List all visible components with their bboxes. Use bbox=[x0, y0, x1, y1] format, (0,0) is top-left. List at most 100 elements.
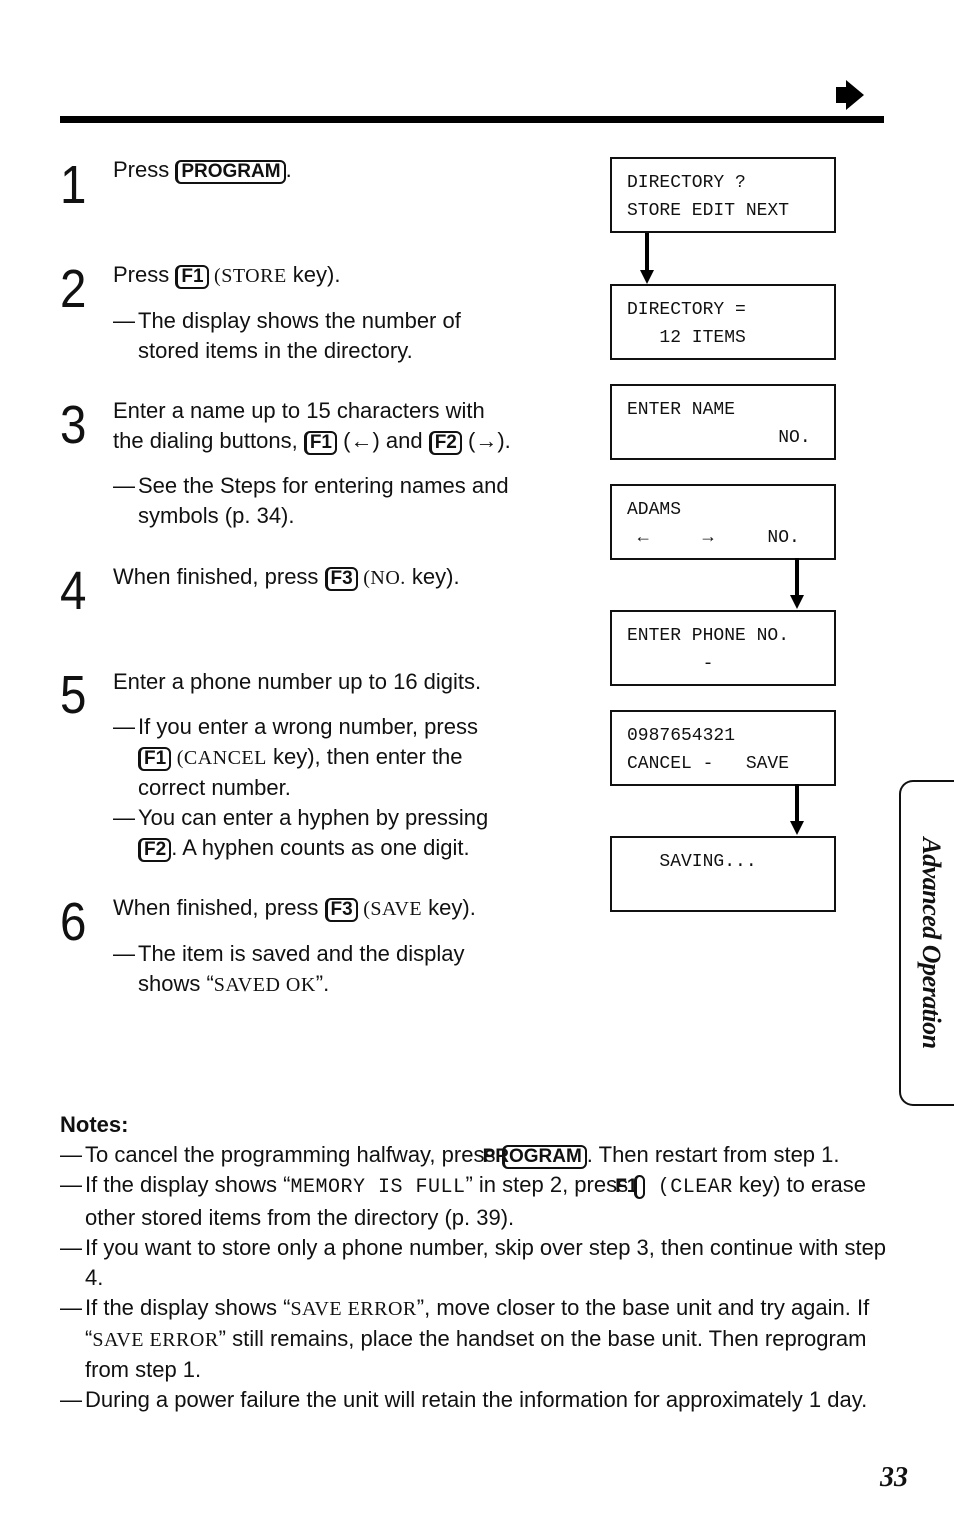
step-3-line-2: the dialing buttons, F1 (←) and F2 (→). bbox=[113, 426, 511, 456]
step-1-text: Press PROGRAM. bbox=[113, 155, 292, 185]
f3-key: F3 bbox=[324, 898, 358, 922]
lcd-display-enter-name: ENTER NAME NO. bbox=[610, 384, 836, 460]
step-3-note-line-1: See the Steps for entering names and bbox=[138, 473, 509, 498]
f2-key: F2 bbox=[138, 838, 172, 862]
step-6-note-line-1: The item is saved and the display bbox=[138, 941, 465, 966]
lcd-line-2: - bbox=[627, 654, 714, 674]
program-key: PROGRAM bbox=[175, 160, 286, 184]
lcd-display-directory-menu: DIRECTORY ? STORE EDIT NEXT bbox=[610, 157, 836, 233]
step-5-note: — If you enter a wrong number, press F1 (… bbox=[113, 712, 488, 863]
step-5-note-1-after: key), then enter the bbox=[266, 744, 463, 769]
flow-arrow-shaft bbox=[795, 558, 799, 596]
step-2-note: — The display shows the number of stored … bbox=[113, 306, 461, 366]
lcd-line-1: 0987654321 bbox=[627, 726, 736, 746]
step-6-label: When finished, press bbox=[113, 895, 325, 920]
step-3-line-1: Enter a name up to 15 characters with bbox=[113, 398, 485, 423]
dash: — bbox=[113, 805, 135, 830]
step-number-1: 1 bbox=[60, 155, 87, 215]
f1-key: F1 bbox=[175, 265, 209, 289]
continue-arrow-icon bbox=[836, 80, 864, 110]
right-arrow-text: (→). bbox=[461, 428, 511, 453]
dash: — bbox=[113, 714, 135, 739]
program-key: PROGRAM bbox=[483, 1145, 587, 1169]
store-key-label: (STORE bbox=[208, 265, 287, 287]
lcd-display-enter-phone: ENTER PHONE NO. - bbox=[610, 610, 836, 686]
note-4-text: If the display shows “ bbox=[85, 1295, 291, 1320]
dash: — bbox=[113, 941, 135, 966]
step-6-text: When finished, press F3 (SAVE key). bbox=[113, 893, 476, 924]
step-3-note-line-2: symbols (p. 34). bbox=[138, 503, 295, 528]
lcd-line-2: NO. bbox=[627, 428, 811, 448]
dash: — bbox=[60, 1387, 82, 1412]
step-4-label: When finished, press bbox=[113, 564, 325, 589]
lcd-display-name-entered: ADAMS ← → NO. bbox=[610, 484, 836, 560]
step-1-label: Press bbox=[113, 157, 176, 182]
no-key-label: (NO. bbox=[357, 567, 406, 589]
dash: — bbox=[113, 473, 135, 498]
step-number-3: 3 bbox=[60, 395, 87, 455]
saved-ok-text: SAVED OK bbox=[213, 974, 316, 996]
step-5-note-2-line-1: You can enter a hyphen by pressing bbox=[138, 805, 489, 830]
lcd-line-1: ADAMS bbox=[627, 500, 682, 520]
save-error-text: SAVE ERROR bbox=[92, 1329, 219, 1351]
flow-arrow-down-icon bbox=[790, 595, 804, 609]
dash: — bbox=[60, 1172, 82, 1197]
step-number-6: 6 bbox=[60, 892, 87, 952]
dash: — bbox=[60, 1235, 82, 1260]
step-2-note-line-2: stored items in the directory. bbox=[138, 338, 413, 363]
lcd-line-1: SAVING... bbox=[627, 852, 757, 872]
lcd-display-directory-count: DIRECTORY = 12 ITEMS bbox=[610, 284, 836, 360]
note-item: — If you want to store only a phone numbe… bbox=[60, 1233, 900, 1293]
step-2-after: key). bbox=[286, 262, 341, 287]
f3-key: F3 bbox=[324, 567, 358, 591]
note-item: — During a power failure the unit will re… bbox=[60, 1385, 900, 1415]
step-2-label: Press bbox=[113, 262, 176, 287]
step-3-line-2-text: the dialing buttons, bbox=[113, 428, 304, 453]
lcd-line-1: DIRECTORY = bbox=[627, 300, 746, 320]
lcd-line-2: 12 ITEMS bbox=[627, 328, 746, 348]
step-4-after: key). bbox=[405, 564, 460, 589]
save-key-label: (SAVE bbox=[357, 898, 423, 920]
note-1-text: To cancel the programming halfway, press bbox=[85, 1142, 502, 1167]
clear-key-label: (CLEAR bbox=[645, 1176, 733, 1199]
top-rule bbox=[60, 116, 884, 123]
memory-full-text: MEMORY IS FULL bbox=[290, 1176, 466, 1199]
step-3-text: Enter a name up to 15 characters with th… bbox=[113, 396, 511, 456]
lcd-line-1: DIRECTORY ? bbox=[627, 173, 746, 193]
step-2-note-line-1: The display shows the number of bbox=[138, 308, 461, 333]
step-5-note-2-line-2: F2. A hyphen counts as one digit. bbox=[113, 833, 488, 863]
quote-close: ”. bbox=[315, 971, 330, 996]
step-5-note-1-line-2: F1 (CANCEL key), then enter the bbox=[113, 742, 488, 773]
lcd-display-saving: SAVING... bbox=[610, 836, 836, 912]
flow-arrow-shaft bbox=[645, 233, 649, 271]
step-6-note: — The item is saved and the display shows… bbox=[113, 939, 465, 1000]
note-1-after: . Then restart from step 1. bbox=[586, 1142, 840, 1167]
note-2-text: If the display shows “ bbox=[85, 1172, 291, 1197]
note-5-text: During a power failure the unit will ret… bbox=[85, 1387, 868, 1412]
dash: — bbox=[113, 308, 135, 333]
step-number-4: 4 bbox=[60, 561, 87, 621]
flow-arrow-down-icon bbox=[790, 821, 804, 835]
step-4-text: When finished, press F3 (NO. key). bbox=[113, 562, 460, 593]
flow-arrow-shaft bbox=[795, 784, 799, 822]
save-error-text: SAVE ERROR bbox=[290, 1298, 417, 1320]
notes-section: Notes: — To cancel the programming halfwa… bbox=[60, 1110, 900, 1415]
step-5-text: Enter a phone number up to 16 digits. bbox=[113, 669, 482, 694]
step-2-text: Press F1 (STORE key). bbox=[113, 260, 340, 291]
left-arrow-text: (←) and bbox=[337, 428, 429, 453]
note-item: — To cancel the programming halfway, pres… bbox=[60, 1140, 900, 1170]
note-3-text: If you want to store only a phone number… bbox=[85, 1235, 887, 1290]
dash: — bbox=[60, 1142, 82, 1167]
section-tab: Advanced Operation bbox=[899, 780, 954, 1106]
lcd-display-phone-entered: 0987654321 CANCEL - SAVE bbox=[610, 710, 836, 786]
step-3-note: — See the Steps for entering names and sy… bbox=[113, 471, 509, 531]
step-number-5: 5 bbox=[60, 665, 87, 725]
dash: — bbox=[60, 1295, 82, 1320]
step-number-2: 2 bbox=[60, 259, 87, 319]
quote-open: shows “ bbox=[138, 971, 214, 996]
lcd-line-1: ENTER NAME bbox=[627, 400, 736, 420]
step-6-note-line-2: shows “SAVED OK”. bbox=[113, 969, 465, 1000]
f2-key: F2 bbox=[428, 431, 462, 455]
lcd-line-1: ENTER PHONE NO. bbox=[627, 626, 790, 646]
lcd-line-2: STORE EDIT NEXT bbox=[627, 201, 790, 221]
